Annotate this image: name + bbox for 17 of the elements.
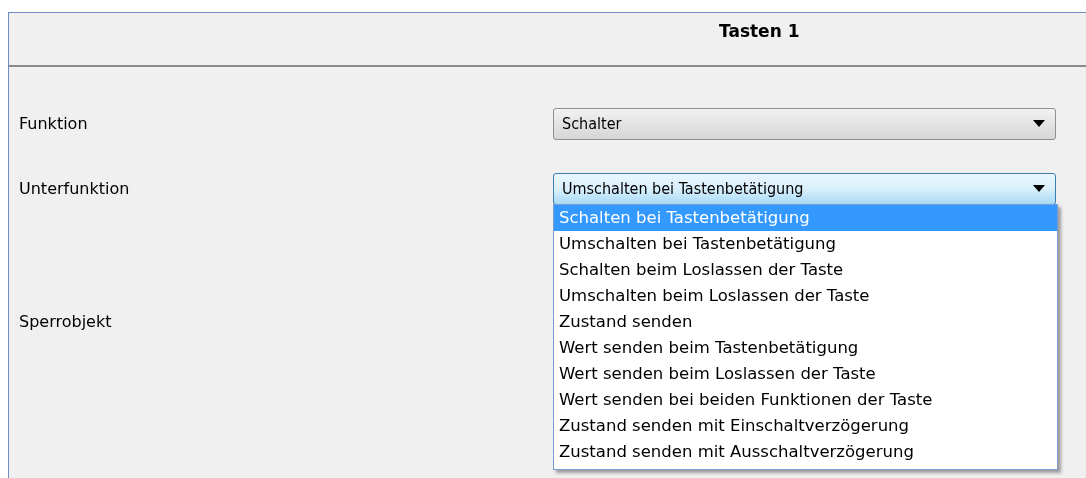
dropdown-option[interactable]: Wert senden beim Loslassen der Taste	[554, 360, 1057, 387]
dropdown-option[interactable]: Umschalten bei Tastenbetätigung	[554, 230, 1057, 257]
caret-icon	[1033, 185, 1045, 192]
dropdown[interactable]: Schalter	[553, 107, 1056, 140]
caret-icon	[1033, 120, 1045, 127]
parameter-label: Funktion	[18, 114, 88, 133]
dropdown-option[interactable]: Schalten beim Loslassen der Taste	[554, 256, 1057, 283]
section-title: Tasten 1	[719, 21, 800, 41]
dropdown-option[interactable]: Zustand senden mit Einschaltverzögerung	[554, 412, 1057, 439]
dropdown-option[interactable]: Wert senden bei beiden Funktionen der Taste	[554, 386, 1057, 413]
dropdown-option[interactable]: Zustand senden mit Ausschaltverzögerung	[554, 438, 1057, 465]
parameter-label: Sperrobjekt	[18, 311, 112, 331]
parameter-label: Unterfunktion	[18, 179, 130, 198]
dropdown-option[interactable]: Wert senden beim Tastenbetätigung	[554, 334, 1057, 361]
dropdown-option[interactable]: Zustand senden	[554, 308, 1057, 335]
dropdown[interactable]: Umschalten bei Tastenbetätigung	[553, 172, 1056, 205]
dropdown-option[interactable]: Umschalten beim Loslassen der Taste	[554, 282, 1057, 309]
